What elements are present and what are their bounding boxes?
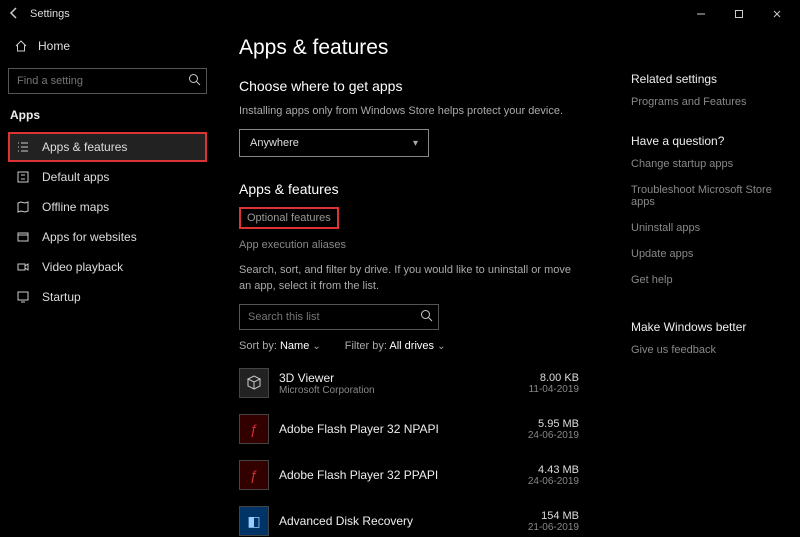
sidebar-item-apps-features[interactable]: Apps & features	[8, 132, 207, 162]
home-icon	[12, 39, 30, 53]
title-bar: Settings	[0, 0, 800, 28]
app-source-dropdown[interactable]: Anywhere ▾	[239, 129, 429, 157]
sidebar-item-startup[interactable]: Startup	[8, 282, 207, 312]
startup-icon	[14, 290, 32, 304]
app-size: 154 MB	[505, 510, 579, 522]
video-icon	[14, 260, 32, 274]
help-link[interactable]: Get help	[631, 274, 782, 286]
chevron-down-icon: ▾	[413, 138, 418, 149]
dropdown-value: Anywhere	[250, 137, 299, 149]
related-settings-heading: Related settings	[631, 72, 782, 86]
sidebar-item-label: Offline maps	[42, 200, 109, 214]
close-button[interactable]	[758, 2, 796, 26]
page-title: Apps & features	[239, 36, 579, 60]
default-icon	[14, 170, 32, 184]
sort-by-control[interactable]: Sort by: Name ⌄	[239, 340, 321, 352]
find-setting-input[interactable]	[8, 68, 207, 94]
window-title: Settings	[30, 8, 70, 20]
help-link[interactable]: Change startup apps	[631, 158, 782, 170]
app-row[interactable]: ƒ Adobe Flash Player 32 PPAPI 4.43 MB 24…	[239, 454, 579, 496]
sidebar-item-label: Startup	[42, 290, 81, 304]
home-nav[interactable]: Home	[8, 32, 207, 60]
app-icon-disk: ◧	[239, 506, 269, 536]
sidebar-item-video-playback[interactable]: Video playback	[8, 252, 207, 282]
web-icon	[14, 230, 32, 244]
have-question-heading: Have a question?	[631, 134, 782, 148]
app-name: Adobe Flash Player 32 PPAPI	[279, 468, 505, 482]
list-icon	[14, 140, 32, 154]
sidebar-item-label: Apps & features	[42, 140, 127, 154]
sidebar: Home Apps Apps & features Default apps O…	[0, 28, 215, 537]
sidebar-item-apps-websites[interactable]: Apps for websites	[8, 222, 207, 252]
help-link[interactable]: Update apps	[631, 248, 782, 260]
filter-label: Filter by:	[345, 340, 387, 352]
chevron-down-icon: ⌄	[312, 341, 320, 352]
back-button[interactable]	[4, 6, 24, 23]
app-size: 8.00 KB	[505, 372, 579, 384]
choose-where-heading: Choose where to get apps	[239, 78, 579, 94]
apps-features-heading: Apps & features	[239, 181, 579, 197]
app-name: Adobe Flash Player 32 NPAPI	[279, 422, 505, 436]
app-size: 5.95 MB	[505, 418, 579, 430]
home-label: Home	[38, 39, 70, 53]
app-date: 11-04-2019	[505, 384, 579, 395]
maximize-button[interactable]	[720, 2, 758, 26]
app-icon-flash: ƒ	[239, 414, 269, 444]
app-icon-flash: ƒ	[239, 460, 269, 490]
sidebar-heading: Apps	[10, 108, 207, 122]
sort-value: Name	[280, 340, 309, 352]
filter-value: All drives	[389, 340, 434, 352]
programs-features-link[interactable]: Programs and Features	[631, 96, 782, 108]
optional-features-link[interactable]: Optional features	[239, 207, 339, 229]
app-row[interactable]: ƒ Adobe Flash Player 32 NPAPI 5.95 MB 24…	[239, 408, 579, 450]
minimize-button[interactable]	[682, 2, 720, 26]
main-content: Apps & features Choose where to get apps…	[215, 28, 800, 537]
app-icon-cube	[239, 368, 269, 398]
app-publisher: Microsoft Corporation	[279, 385, 505, 396]
app-date: 24-06-2019	[505, 476, 579, 487]
app-name: Advanced Disk Recovery	[279, 514, 505, 528]
sidebar-item-default-apps[interactable]: Default apps	[8, 162, 207, 192]
filter-by-control[interactable]: Filter by: All drives ⌄	[345, 340, 446, 352]
search-icon	[188, 73, 201, 89]
sidebar-item-label: Apps for websites	[42, 230, 137, 244]
map-icon	[14, 200, 32, 214]
installed-apps-list: 3D Viewer Microsoft Corporation 8.00 KB …	[239, 362, 579, 537]
chevron-down-icon: ⌄	[437, 341, 445, 352]
app-execution-aliases-link[interactable]: App execution aliases	[239, 235, 579, 255]
app-date: 24-06-2019	[505, 430, 579, 441]
right-rail: Related settings Programs and Features H…	[579, 36, 782, 537]
search-icon	[420, 309, 433, 325]
sidebar-item-offline-maps[interactable]: Offline maps	[8, 192, 207, 222]
feedback-link[interactable]: Give us feedback	[631, 344, 782, 356]
help-link[interactable]: Troubleshoot Microsoft Store apps	[631, 184, 782, 208]
choose-where-desc: Installing apps only from Windows Store …	[239, 104, 579, 119]
search-apps-input[interactable]	[239, 304, 439, 330]
sort-label: Sort by:	[239, 340, 277, 352]
help-link[interactable]: Uninstall apps	[631, 222, 782, 234]
app-size: 4.43 MB	[505, 464, 579, 476]
make-windows-better-heading: Make Windows better	[631, 320, 782, 334]
search-sort-desc: Search, sort, and filter by drive. If yo…	[239, 263, 579, 294]
app-name: 3D Viewer	[279, 371, 505, 385]
app-row[interactable]: 3D Viewer Microsoft Corporation 8.00 KB …	[239, 362, 579, 404]
app-date: 21-06-2019	[505, 522, 579, 533]
sidebar-item-label: Video playback	[42, 260, 123, 274]
app-row[interactable]: ◧ Advanced Disk Recovery 154 MB 21-06-20…	[239, 500, 579, 537]
sidebar-item-label: Default apps	[42, 170, 109, 184]
